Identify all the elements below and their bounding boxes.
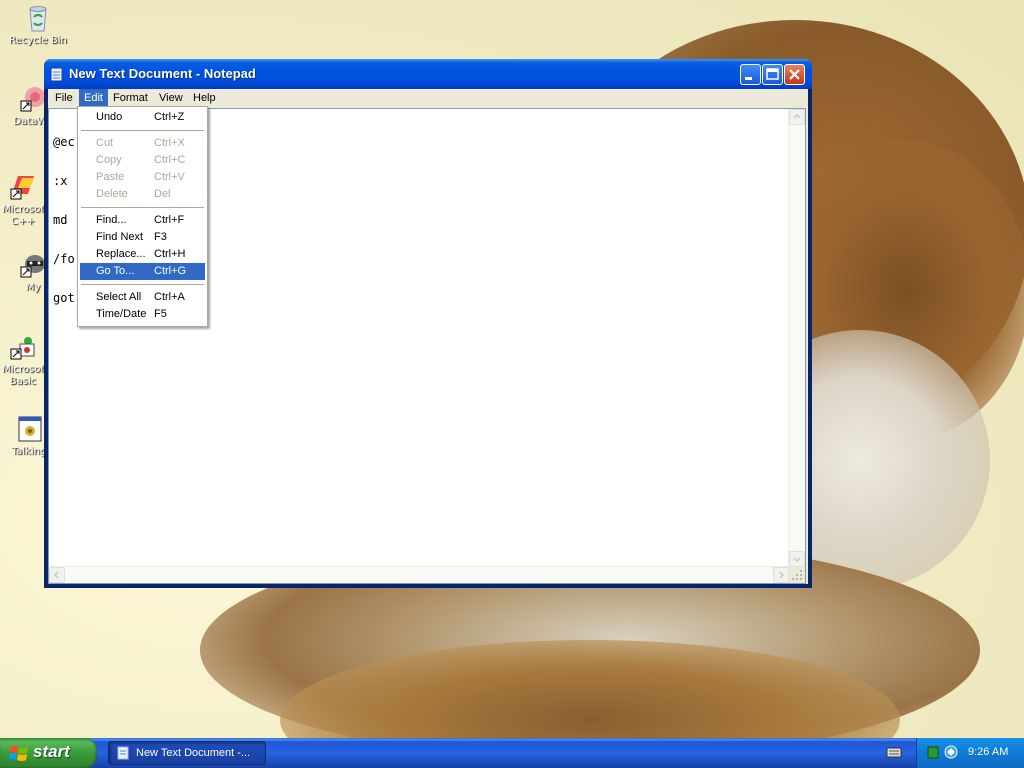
menu-item-find[interactable]: Find... Ctrl+F [80,212,205,229]
menu-separator [81,284,204,285]
horizontal-scrollbar[interactable] [49,566,789,583]
notepad-icon [50,67,63,82]
menu-item-undo[interactable]: Undo Ctrl+Z [80,109,205,126]
chevron-left-icon [53,571,59,579]
resize-grip[interactable] [789,567,805,583]
network-icon[interactable] [944,745,960,760]
notepad-icon [117,746,129,760]
visual-basic-shortcut-icon [10,337,35,360]
menu-item-go-to[interactable]: Go To... Ctrl+G [80,263,205,280]
recycle-bin-icon [29,6,47,32]
menu-item-shortcut: Ctrl+V [154,171,185,183]
start-label: start [33,742,70,761]
vertical-scrollbar[interactable] [788,109,805,567]
minimize-button[interactable] [740,64,761,85]
menu-item-label: Find... [96,214,127,226]
recycle-bin-label: Recycle Bin [9,35,67,46]
menu-item-shortcut: Ctrl+F [154,214,185,226]
menu-item-shortcut: Ctrl+A [154,291,185,303]
maximize-icon [766,68,779,80]
scroll-left-button[interactable] [49,567,65,583]
menu-item-replace[interactable]: Replace... Ctrl+H [80,246,205,263]
menu-item-label: Time/Date [96,308,147,320]
menu-item-shortcut: Ctrl+H [154,248,186,260]
menu-item-paste[interactable]: Paste Ctrl+V [80,169,205,186]
menu-item-delete[interactable]: Delete Del [80,186,205,203]
scroll-right-button[interactable] [773,567,789,583]
edit-dropdown-menu: Undo Ctrl+Z Cut Ctrl+X Copy Ctrl+C Paste… [77,106,208,327]
menu-item-shortcut: F5 [154,308,167,320]
title-bar[interactable]: New Text Document - Notepad [44,59,812,89]
desktop: Recycle Bin DataWa Microsof C++ My Micro… [0,0,1024,738]
taskbar-item-label: New Text Document -... [136,747,251,759]
menu-item-time-date[interactable]: Time/Date F5 [80,306,205,323]
menu-item-shortcut: Del [154,188,171,200]
close-icon [789,69,800,80]
taskbar: start New Text Document -... 9:26 AM [0,738,1024,768]
menu-item-shortcut: F3 [154,231,167,243]
menu-item-cut[interactable]: Cut Ctrl+X [80,135,205,152]
close-button[interactable] [784,64,805,85]
visual-cpp-shortcut-icon [10,176,34,200]
clock[interactable]: 9:26 AM [968,746,1008,758]
menu-item-label: Replace... [96,248,146,260]
menu-item-label: Paste [96,171,125,183]
talking-app-icon [18,416,42,442]
menu-item-find-next[interactable]: Find Next F3 [80,229,205,246]
menu-item-label: Find Next [96,231,144,243]
menu-item-label: Cut [96,137,114,149]
windows-logo-icon [9,746,28,761]
menu-item-label: Select All [96,291,142,303]
maximize-button[interactable] [762,64,783,85]
menu-item-label: Copy [96,154,122,166]
window-title: New Text Document - Notepad [69,66,256,81]
menu-item-shortcut: Ctrl+G [154,265,187,277]
start-button[interactable]: start [0,738,97,768]
menu-item-label: Undo [96,111,123,123]
taskbar-item-notepad[interactable]: New Text Document -... [108,741,266,765]
menu-item-label: Delete [96,188,128,200]
tray-app-icon[interactable] [927,746,939,759]
chevron-down-icon [793,557,801,563]
scroll-up-button[interactable] [789,109,805,125]
minimize-icon [745,77,752,80]
chevron-right-icon [779,571,785,579]
recycle-bin-shortcut[interactable]: Recycle Bin [0,3,76,47]
resize-grip-icon [792,570,802,580]
menu-item-select-all[interactable]: Select All Ctrl+A [80,289,205,306]
scroll-down-button[interactable] [789,551,805,567]
keyboard-icon[interactable] [886,746,902,759]
chevron-up-icon [793,113,801,119]
menu-item-shortcut: Ctrl+Z [154,111,185,123]
menu-item-copy[interactable]: Copy Ctrl+C [80,152,205,169]
menu-separator [81,130,204,131]
menu-item-shortcut: Ctrl+C [154,154,186,166]
menu-separator [81,207,204,208]
menu-item-label: Go To... [96,265,135,277]
menu-item-shortcut: Ctrl+X [154,137,185,149]
system-tray: 9:26 AM [916,738,1024,768]
menu-file[interactable]: File [50,89,78,108]
